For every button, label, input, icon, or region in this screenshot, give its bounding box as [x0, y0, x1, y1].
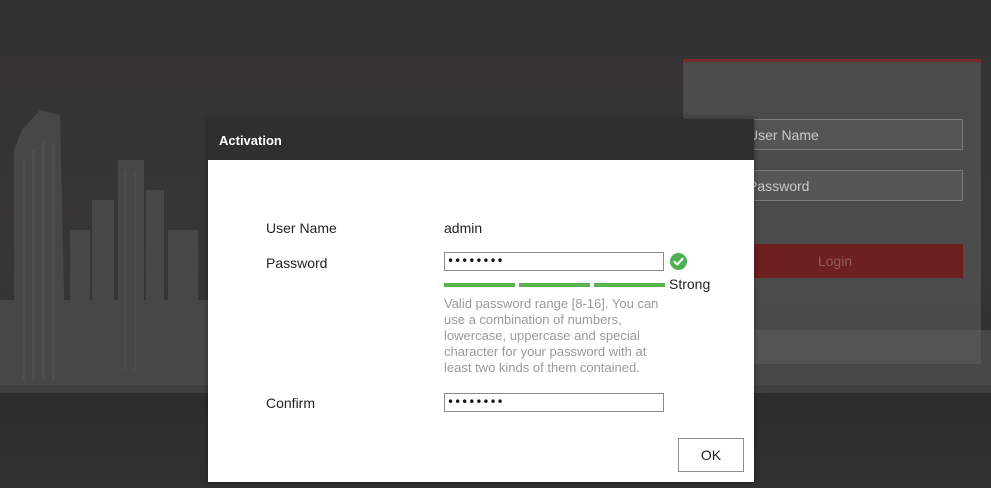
- username-label: User Name: [266, 220, 337, 236]
- strength-bar-1: [444, 283, 515, 287]
- dialog-title: Activation: [208, 119, 754, 160]
- ok-button[interactable]: OK: [678, 438, 744, 472]
- password-input[interactable]: ••••••••: [444, 252, 664, 271]
- confirm-password-input[interactable]: ••••••••: [444, 393, 664, 412]
- password-hint: Valid password range [8-16]. You can use…: [444, 296, 659, 375]
- strength-bar-2: [519, 283, 590, 287]
- check-circle-icon: [670, 253, 687, 270]
- activation-dialog: Activation User Name admin Password ••••…: [208, 119, 754, 482]
- confirm-label: Confirm: [266, 395, 316, 411]
- password-label: Password: [266, 255, 328, 271]
- strength-bar-3: [594, 283, 665, 287]
- strength-label: Strong: [669, 276, 711, 292]
- username-value: admin: [444, 220, 483, 236]
